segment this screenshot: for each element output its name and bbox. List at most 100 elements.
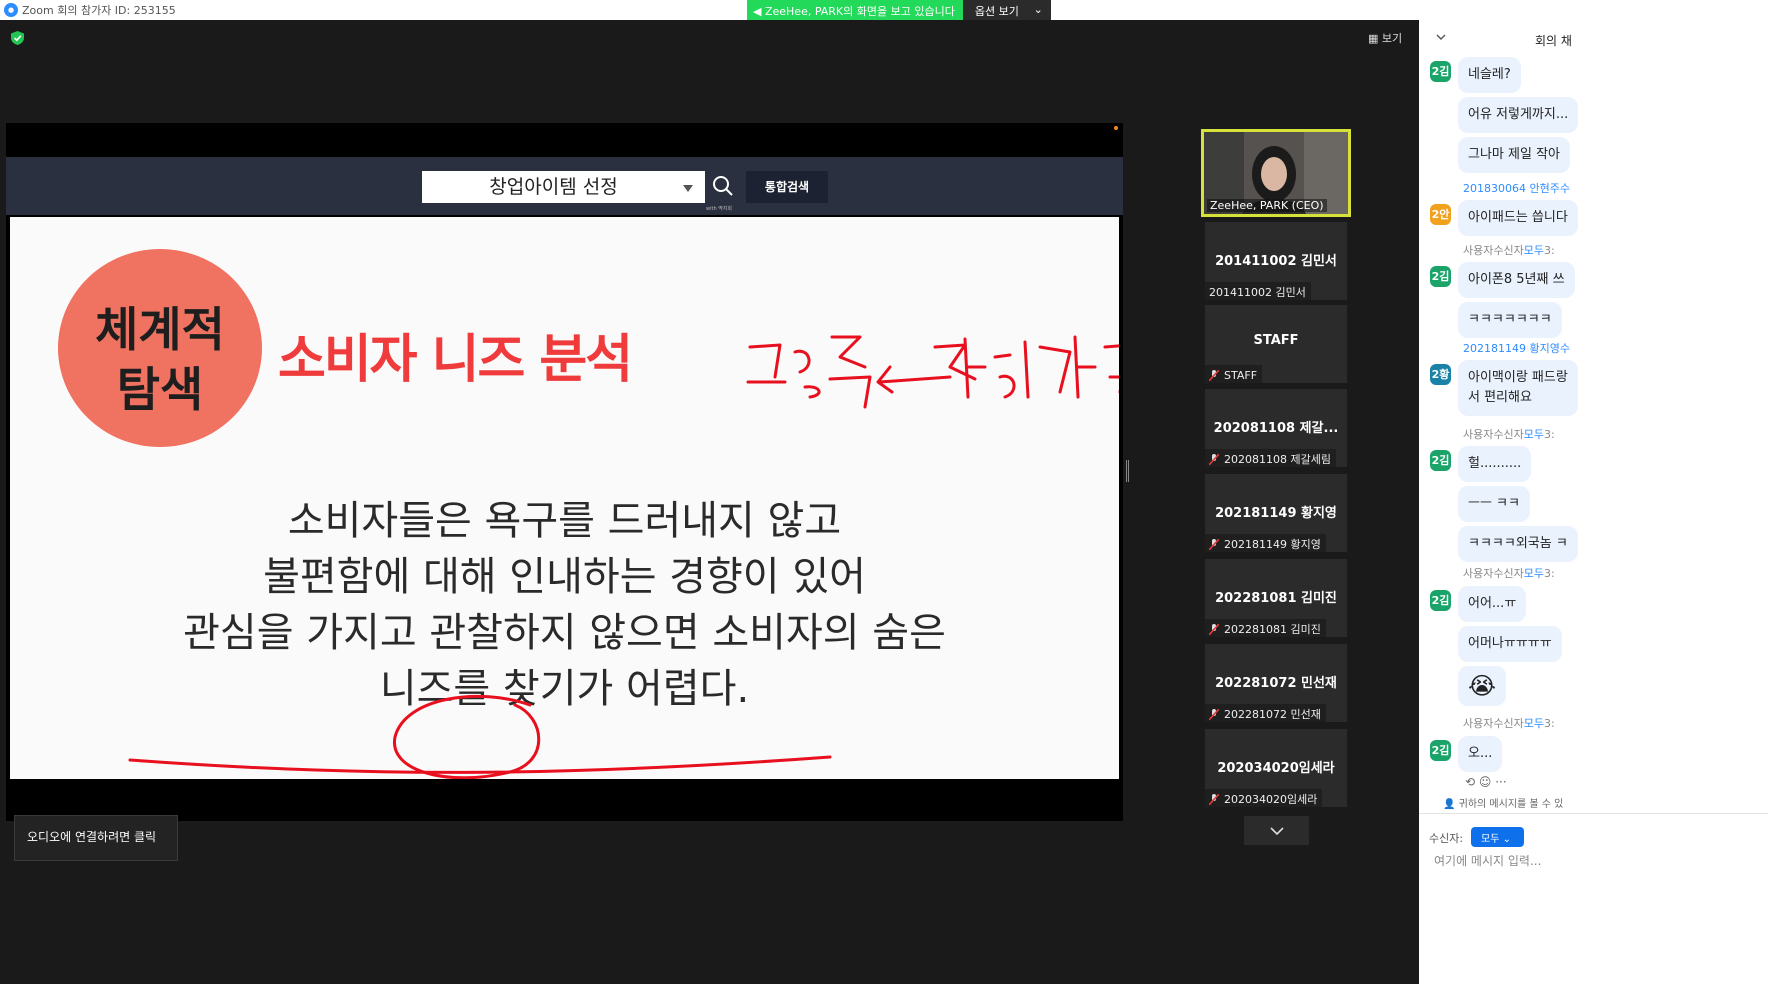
participant-label: 202081108 제갈세림 <box>1205 449 1336 467</box>
participant-tile[interactable]: 202034020임세라 202034020임세라 <box>1205 729 1347 807</box>
sender-id: 202181149 <box>1463 342 1526 355</box>
shared-screen: 창업아이템 선정 with 딱지희 통합검색 체계적 탐색 소비자 니즈 분석 … <box>6 123 1123 821</box>
sharing-text: ZeeHee, PARK의 화면을 보고 있습니다 <box>764 5 955 18</box>
recipient-label: 수신자: <box>1429 832 1464 845</box>
sender-mid: 수신자 <box>1493 717 1524 730</box>
sender-avatar[interactable]: 2안 <box>1430 204 1451 225</box>
participant-name: 201411002 김민서 <box>1215 254 1337 269</box>
message-sender: 사용자수신자모두3: <box>1463 715 1555 731</box>
participant-label: STAFF <box>1205 365 1263 383</box>
participant-tile[interactable]: 202081108 제갈... 202081108 제갈세림 <box>1205 389 1347 467</box>
handwritten-annotation <box>128 335 1119 779</box>
sender-to: 모두 <box>1523 428 1544 441</box>
sender-suffix: 수 <box>1559 342 1570 355</box>
chat-message: 어어...ㅠ <box>1458 586 1527 622</box>
search-icon[interactable] <box>712 175 734 197</box>
participant-name: 202034020임세라 <box>1217 761 1335 776</box>
chevron-down-icon: ⌄ <box>1033 3 1043 16</box>
participant-video-host[interactable]: ZeeHee, PARK (CEO) <box>1201 129 1351 217</box>
chat-message: 아이폰8 5년째 쓰 <box>1458 262 1575 298</box>
participant-label-text: 202181149 황지영 <box>1224 538 1321 551</box>
muted-mic-icon <box>1209 369 1219 381</box>
more-icon[interactable]: ··· <box>1495 775 1506 789</box>
message-sender: 사용자수신자모두3: <box>1463 242 1555 258</box>
participant-tile[interactable]: 201411002 김민서 201411002 김민서 <box>1205 222 1347 300</box>
message-line: 아이맥이랑 패드랑 <box>1468 370 1568 385</box>
chat-message: ㅋㅋㅋㅋ외국놈 ㅋ <box>1458 526 1578 562</box>
participant-label: 202281081 김미진 <box>1205 619 1326 637</box>
participant-name: 202181149 황지영 <box>1215 506 1337 521</box>
chat-header: 회의 채 <box>1419 20 1768 56</box>
participant-label-text: STAFF <box>1224 368 1258 382</box>
dropdown-arrow-icon <box>683 185 693 192</box>
sender-to: 모두 <box>1523 717 1544 730</box>
sender-avatar[interactable]: 2김 <box>1430 61 1451 82</box>
sender-time: 3: <box>1544 567 1555 580</box>
grid-icon: ▦ <box>1368 32 1379 45</box>
chat-message: 아이패드는 씁니다 <box>1458 200 1578 236</box>
recipient-dropdown[interactable]: 모두 ⌄ <box>1471 827 1524 847</box>
sender-mid: 수신자 <box>1493 244 1524 257</box>
emoji-message: 😭 <box>1458 666 1507 706</box>
sender-name: 사용자 <box>1463 244 1494 257</box>
chat-message: 네슬레? <box>1458 57 1521 93</box>
host-label: ZeeHee, PARK (CEO) <box>1207 199 1327 212</box>
view-button[interactable]: ▦ 보기 <box>1368 30 1402 46</box>
muted-mic-icon <box>1209 623 1219 635</box>
share-banner: ◀ ZeeHee, PARK의 화면을 보고 있습니다 옵션 보기 ⌄ <box>747 0 1051 20</box>
sender-name: 안현주 <box>1529 182 1560 195</box>
window-title: Zoom 회의 참가자 ID: 253155 <box>22 4 176 17</box>
participant-tile[interactable]: STAFF STAFF <box>1205 305 1347 383</box>
participant-label: 202281072 민선재 <box>1205 704 1326 722</box>
chat-divider <box>1419 813 1768 814</box>
panel-splitter[interactable] <box>1126 460 1129 482</box>
participant-tile[interactable]: 202181149 황지영 202181149 황지영 <box>1205 474 1347 552</box>
visibility-note: 👤 귀하의 메시지를 볼 수 있 <box>1443 795 1563 810</box>
participant-name: 202081108 제갈... <box>1213 421 1339 436</box>
participant-label: 202034020임세라 <box>1205 789 1323 807</box>
participant-label: 202181149 황지영 <box>1205 534 1326 552</box>
chat-message: 헐.......... <box>1458 446 1532 482</box>
collapse-chevron-icon[interactable] <box>1436 34 1446 40</box>
audio-connect-tooltip[interactable]: 오디오에 연결하려면 클릭 <box>14 815 178 861</box>
emoji-reaction-icon[interactable]: ☺ <box>1479 775 1492 789</box>
sharing-indicator: ◀ ZeeHee, PARK의 화면을 보고 있습니다 <box>747 0 963 20</box>
chat-message: 아이맥이랑 패드랑 서 편리해요 <box>1458 360 1578 416</box>
people-icon: 👤 <box>1443 799 1456 810</box>
chat-input[interactable]: 여기에 메시지 입력... <box>1434 852 1541 869</box>
participant-tile[interactable]: 202281081 김미진 202281081 김미진 <box>1205 559 1347 637</box>
sender-name: 황지영 <box>1529 342 1560 355</box>
security-shield-icon[interactable] <box>11 31 24 45</box>
search-credit: with 딱지희 <box>706 206 732 212</box>
sender-time: 3: <box>1544 717 1555 730</box>
sender-time: 3: <box>1544 244 1555 257</box>
zoom-logo-icon: ● <box>4 3 18 17</box>
speaker-icon: ◀ <box>753 5 762 18</box>
participant-tile[interactable]: 202281072 민선재 202281072 민선재 <box>1205 644 1347 722</box>
participant-name: 202281081 김미진 <box>1215 591 1337 606</box>
participant-label: 201411002 김민서 <box>1205 282 1311 300</box>
sender-avatar[interactable]: 2김 <box>1430 590 1451 611</box>
reply-icon[interactable]: ⟲ <box>1465 775 1475 789</box>
muted-mic-icon <box>1209 453 1219 465</box>
message-actions: ⟲ ☺ ··· <box>1465 775 1507 789</box>
chat-title: 회의 채 <box>1535 34 1572 48</box>
unified-search-button[interactable]: 통합검색 <box>746 171 828 203</box>
view-label: 보기 <box>1381 32 1403 45</box>
recipient-value: 모두 <box>1481 834 1500 845</box>
view-options-button[interactable]: 옵션 보기 ⌄ <box>962 0 1051 20</box>
sender-avatar[interactable]: 2김 <box>1430 266 1451 287</box>
chat-panel: 회의 채 2김 네슬레? 어유 저렇게까지... 그나마 제일 작아 201830064… <box>1419 20 1768 984</box>
sender-avatar[interactable]: 2황 <box>1430 364 1451 385</box>
sender-avatar[interactable]: 2김 <box>1430 450 1451 471</box>
message-sender: 사용자수신자모두3: <box>1463 426 1555 442</box>
sender-avatar[interactable]: 2김 <box>1430 740 1451 761</box>
muted-mic-icon <box>1209 708 1219 720</box>
participants-scroll-down-button[interactable] <box>1244 816 1309 845</box>
chat-message: ㅡㅡ ㅋㅋ <box>1458 486 1530 522</box>
participant-label-text: 201411002 김민서 <box>1209 286 1306 299</box>
recording-dot <box>1114 126 1118 130</box>
view-options-label: 옵션 보기 <box>974 5 1019 18</box>
search-input[interactable]: 창업아이템 선정 <box>422 171 705 203</box>
participant-name: 202281072 민선재 <box>1215 676 1337 691</box>
